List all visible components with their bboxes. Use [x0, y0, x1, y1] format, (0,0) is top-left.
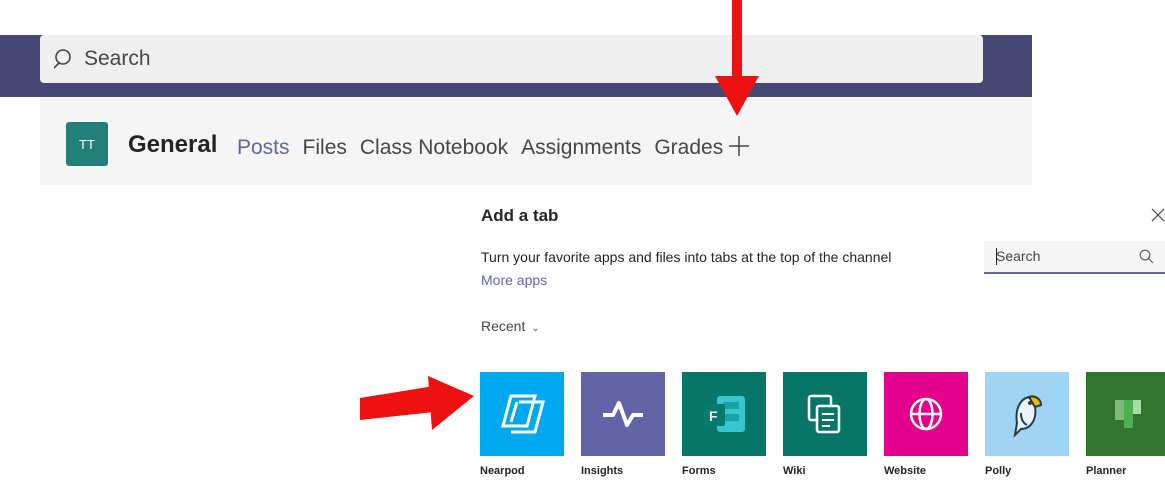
app-label: Nearpod [480, 465, 525, 477]
nearpod-tile [480, 372, 564, 456]
app-tile-insights[interactable]: Insights [581, 372, 665, 477]
app-tile-nearpod[interactable]: Nearpod [480, 372, 564, 477]
app-label: Wiki [783, 465, 806, 477]
team-avatar[interactable]: TT [66, 122, 108, 166]
app-tile-wiki[interactable]: Wiki [783, 372, 867, 477]
tab-files[interactable]: Files [303, 136, 347, 160]
app-tile-forms[interactable]: F Forms [682, 372, 766, 477]
tab-class-notebook[interactable]: Class Notebook [360, 136, 508, 160]
search-icon[interactable] [1139, 249, 1154, 264]
add-tab-plus-icon[interactable] [728, 135, 750, 157]
insights-icon [603, 401, 643, 427]
forms-tile: F [682, 372, 766, 456]
app-label: Forms [682, 465, 716, 477]
recent-dropdown[interactable]: Recent ⌄ [481, 318, 540, 334]
wiki-tile [783, 372, 867, 456]
svg-text:F: F [709, 408, 718, 424]
website-tile [884, 372, 968, 456]
chevron-down-icon: ⌄ [531, 323, 540, 334]
channel-title: General [128, 131, 218, 158]
insights-tile [581, 372, 665, 456]
polly-icon [1013, 395, 1043, 438]
forms-icon: F [703, 396, 745, 432]
tab-grades[interactable]: Grades [654, 136, 723, 160]
channel-tabs: Posts Files Class Notebook Assignments G… [237, 136, 736, 160]
planner-tile [1086, 372, 1165, 456]
tab-posts[interactable]: Posts [237, 136, 290, 160]
annotation-arrow-right-icon [360, 376, 474, 430]
close-icon[interactable] [1151, 208, 1165, 222]
dialog-title: Add a tab [481, 206, 559, 225]
planner-icon [1115, 400, 1141, 428]
nearpod-icon [501, 394, 545, 434]
search-label: Search [84, 47, 151, 70]
polly-tile [985, 372, 1069, 456]
more-apps-link[interactable]: More apps [481, 272, 547, 288]
channel-header: TT General Posts Files Class Notebook As… [40, 97, 1032, 185]
recent-label: Recent [481, 318, 526, 334]
app-label: Website [884, 465, 926, 477]
annotation-arrow-down-icon [715, 0, 759, 116]
dialog-search-input[interactable]: Search [984, 241, 1165, 274]
dialog-description: Turn your favorite apps and files into t… [481, 249, 892, 265]
app-label: Planner [1086, 465, 1127, 477]
tab-assignments[interactable]: Assignments [521, 136, 641, 160]
app-tile-website[interactable]: Website [884, 372, 968, 477]
search-icon [54, 49, 71, 69]
app-label: Polly [985, 465, 1012, 477]
globe-icon [909, 397, 943, 431]
app-top-bar: Search [0, 35, 1032, 97]
app-tile-polly[interactable]: Polly [985, 372, 1069, 477]
app-tile-planner[interactable]: Planner [1086, 372, 1165, 477]
wiki-icon [807, 394, 841, 434]
search-box[interactable]: Search [40, 35, 983, 83]
dialog-search-placeholder: Search [996, 248, 1041, 264]
app-label: Insights [581, 465, 624, 477]
